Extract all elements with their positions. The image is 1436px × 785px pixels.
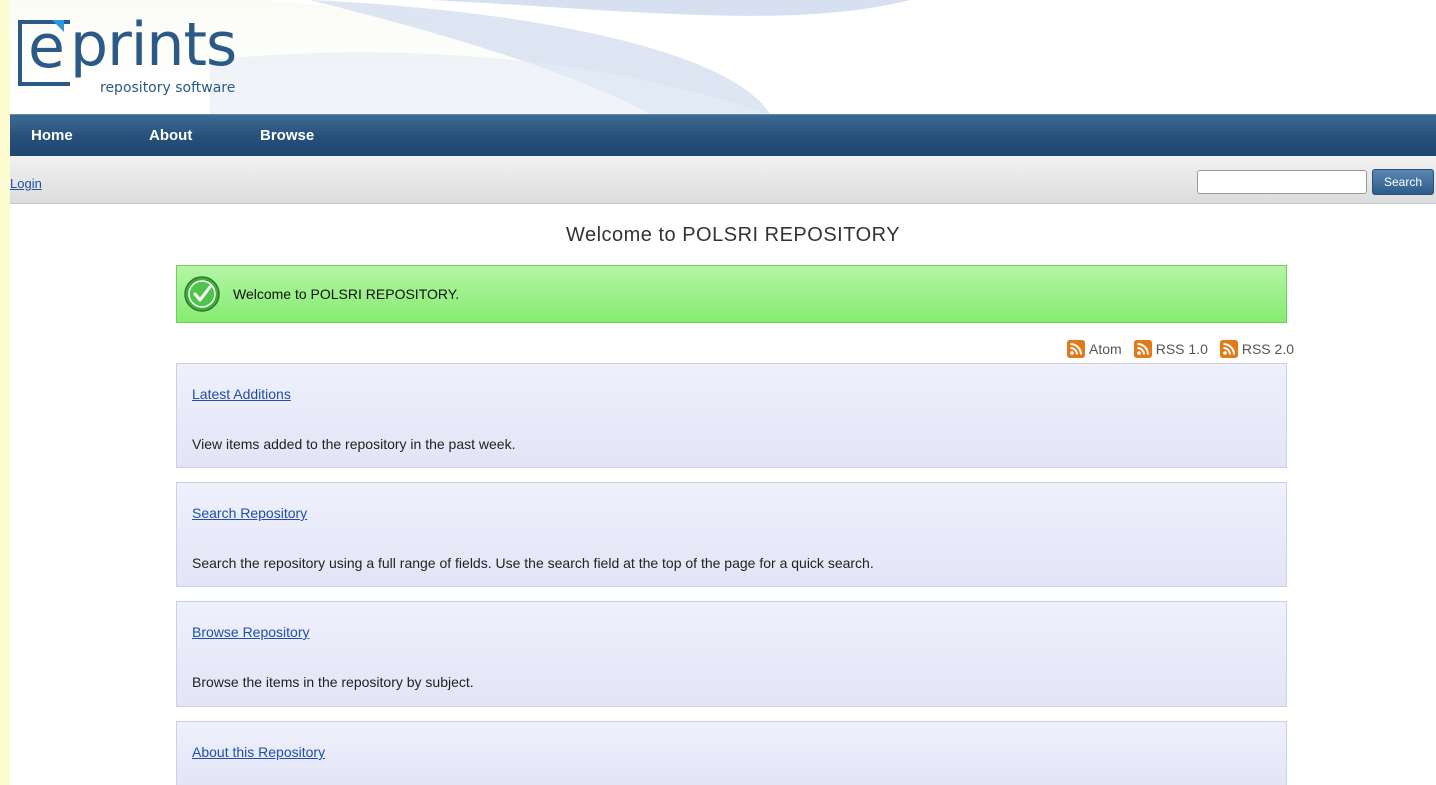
check-circle-icon	[184, 276, 220, 312]
feed-links: Atom RSS 1.0 RSS 2.0	[1067, 340, 1294, 358]
logo-letter-e: e	[28, 12, 65, 82]
rss-icon	[1067, 340, 1086, 358]
card-latest-additions: Latest Additions View items added to the…	[176, 363, 1287, 468]
latest-additions-description: View items added to the repository in th…	[192, 436, 516, 452]
card-browse-repository: Browse Repository Browse the items in th…	[176, 601, 1287, 707]
rss2-feed-label: RSS 2.0	[1241, 341, 1294, 357]
rss2-feed-link[interactable]: RSS 2.0	[1219, 340, 1294, 358]
search-button[interactable]: Search	[1372, 169, 1434, 195]
nav-browse[interactable]: Browse	[260, 127, 314, 144]
rss1-feed-label: RSS 1.0	[1155, 341, 1208, 357]
about-repository-link[interactable]: About this Repository	[192, 744, 325, 760]
latest-additions-link[interactable]: Latest Additions	[192, 386, 291, 402]
search-input[interactable]	[1197, 170, 1367, 194]
card-about-repository: About this Repository	[176, 721, 1287, 785]
site-header: e prints repository software	[10, 0, 1436, 114]
login-link[interactable]: Login	[10, 176, 42, 191]
search-repository-description: Search the repository using a full range…	[192, 555, 874, 571]
login-search-bar: Login Search	[10, 156, 1436, 204]
logo-subtitle: repository software	[100, 80, 236, 96]
success-message: Welcome to POLSRI REPOSITORY.	[176, 265, 1287, 323]
page: e prints repository software Home About …	[10, 0, 1436, 785]
browse-repository-description: Browse the items in the repository by su…	[192, 674, 474, 690]
atom-feed-label: Atom	[1089, 341, 1122, 357]
card-search-repository: Search Repository Search the repository …	[176, 482, 1287, 587]
nav-about[interactable]: About	[149, 127, 192, 144]
nav-home[interactable]: Home	[31, 127, 73, 144]
search-repository-link[interactable]: Search Repository	[192, 505, 307, 521]
rss1-feed-link[interactable]: RSS 1.0	[1133, 340, 1208, 358]
atom-feed-link[interactable]: Atom	[1067, 340, 1122, 358]
browse-repository-link[interactable]: Browse Repository	[192, 624, 310, 640]
main-navigation: Home About Browse	[10, 114, 1436, 156]
page-title: Welcome to POLSRI REPOSITORY	[565, 224, 901, 246]
rss-icon	[1133, 340, 1152, 358]
rss-icon	[1219, 340, 1238, 358]
success-message-text: Welcome to POLSRI REPOSITORY.	[233, 286, 460, 302]
eprints-logo[interactable]: e prints repository software	[14, 6, 274, 106]
logo-wordmark: prints	[70, 10, 237, 80]
